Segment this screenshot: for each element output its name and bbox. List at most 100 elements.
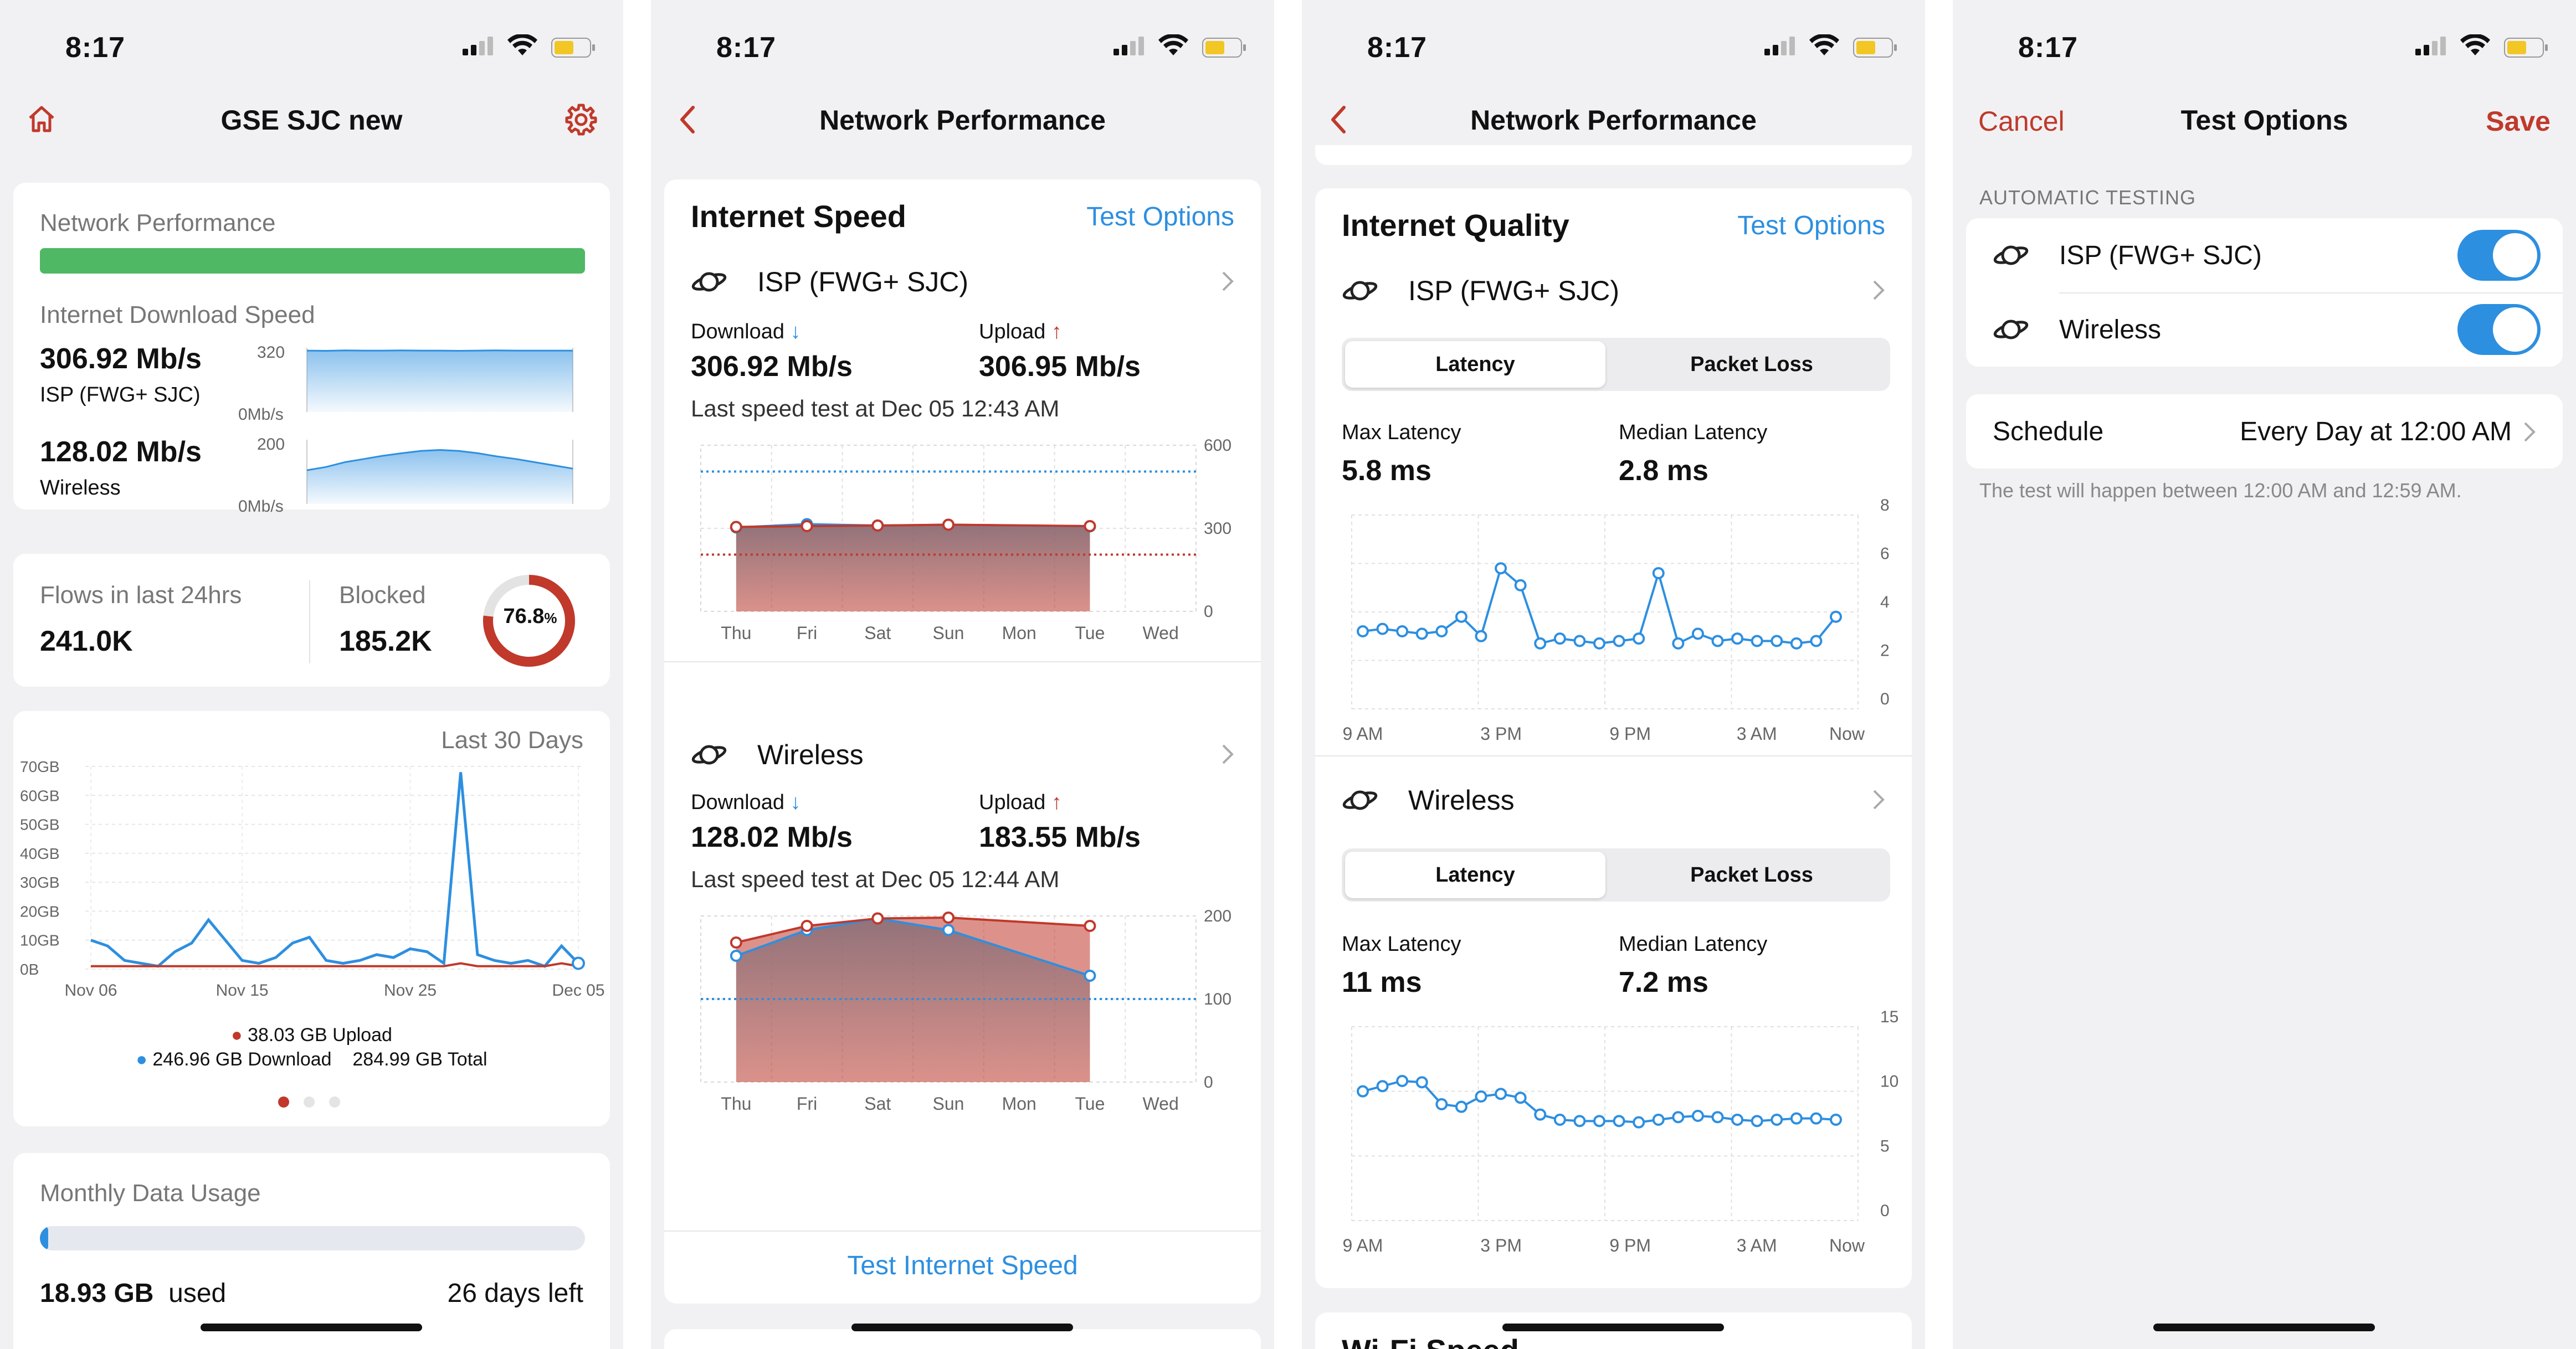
- isp-axis-top: 320: [257, 343, 285, 362]
- planet-icon: [1342, 790, 1378, 810]
- latency-point: [1633, 632, 1645, 645]
- toggle-row-isp[interactable]: ISP (FWG+ SJC): [1966, 218, 2563, 292]
- latency-point: [1455, 1100, 1467, 1113]
- speed-upload-point: [942, 518, 955, 531]
- status-time: 8:17: [716, 32, 777, 64]
- usage-x-tick: Nov 06: [64, 981, 117, 1000]
- speed-download-point: [730, 950, 742, 962]
- nav-bar: Network Performance: [651, 89, 1274, 150]
- perf-label: Network Performance: [40, 209, 276, 236]
- blocked-label: Blocked: [339, 581, 426, 609]
- save-button[interactable]: Save: [2486, 105, 2551, 137]
- tab-packet-loss[interactable]: Packet Loss: [1619, 341, 1885, 388]
- latency-point: [1553, 1114, 1566, 1126]
- page-indicator[interactable]: [278, 1096, 340, 1110]
- latency-point: [1731, 632, 1744, 645]
- latency-point: [1534, 1108, 1547, 1121]
- chevron-right-icon[interactable]: [1221, 270, 1234, 292]
- chevron-right-icon[interactable]: [2523, 421, 2536, 443]
- isp-download-value: 306.92 Mb/s: [691, 351, 853, 383]
- wireless-last-test: Last speed test at Dec 05 12:44 AM: [691, 866, 1060, 892]
- mini-area: [307, 450, 573, 504]
- toggle-knob: [2493, 307, 2537, 352]
- planet-icon: [691, 745, 727, 765]
- isp-upload-value: 306.95 Mb/s: [979, 351, 1141, 383]
- speed-x-tick: Mon: [1002, 623, 1036, 643]
- speed-upload-point: [1084, 920, 1096, 932]
- test-options-link[interactable]: Test Options: [1737, 210, 1885, 241]
- usage-card[interactable]: Last 30 Days 70GB 60GB 50GB 40GB 30GB 20GB 10G…: [13, 711, 610, 1126]
- battery-icon: [2504, 38, 2548, 58]
- home-indicator[interactable]: [201, 1324, 422, 1331]
- mini-area: [307, 350, 573, 412]
- blocked-percent-sign: %: [544, 610, 557, 626]
- speed-download-area: [736, 524, 1090, 611]
- latency-x-tick: 9 PM: [1609, 724, 1651, 744]
- isp-toggle[interactable]: [2457, 230, 2541, 281]
- latency-point: [1711, 635, 1724, 647]
- page-dot-active[interactable]: [278, 1096, 289, 1108]
- tab-latency[interactable]: Latency: [1345, 341, 1605, 388]
- isp-latency-chart: 8 6 4 2 0 9 AM 3 PM 9 PM 3 AM Now: [1343, 498, 1890, 744]
- speed-upload-point: [871, 912, 884, 925]
- status-bar: 8:17: [651, 0, 1274, 89]
- home-indicator[interactable]: [851, 1324, 1073, 1331]
- latency-point: [1633, 1116, 1645, 1129]
- download-label-text: Download: [691, 320, 784, 343]
- test-internet-speed-button[interactable]: Test Internet Speed: [664, 1250, 1261, 1281]
- latency-point: [1613, 635, 1625, 647]
- latency-y-tick: 15: [1880, 1010, 1898, 1026]
- toggle-row-wireless[interactable]: Wireless: [1966, 292, 2563, 367]
- tab-packet-loss[interactable]: Packet Loss: [1619, 852, 1885, 898]
- nav-bar: Network Performance: [1302, 89, 1925, 150]
- usage-series-download: [90, 772, 579, 968]
- usage-last-point: [572, 956, 585, 970]
- isp-speed-section[interactable]: ISP (FWG+ SJC) Download ↓ Upload ↑ 306.9…: [664, 262, 1261, 661]
- speed-download-point: [942, 924, 955, 936]
- latency-point: [1771, 635, 1783, 647]
- isp-name: ISP (FWG+ SJC): [40, 383, 201, 406]
- wireless-upload-label: Upload ↑: [979, 791, 1062, 815]
- flows-card[interactable]: Flows in last 24hrs 241.0K Blocked 185.2…: [13, 554, 610, 687]
- page-dot[interactable]: [304, 1096, 315, 1108]
- isp-upload-label: Upload ↑: [979, 320, 1062, 344]
- page-dot[interactable]: [329, 1096, 340, 1108]
- wireless-name[interactable]: Wireless: [1408, 784, 1515, 816]
- network-performance-card[interactable]: Network Performance Internet Download Sp…: [13, 183, 610, 516]
- nav-bar: Cancel Test Options Save: [1953, 89, 2576, 150]
- chevron-right-icon[interactable]: [1872, 789, 1885, 811]
- speed-x-tick: Tue: [1075, 1094, 1105, 1114]
- monthly-label: Monthly Data Usage: [40, 1180, 261, 1207]
- latency-y-tick: 4: [1880, 593, 1890, 611]
- latency-point: [1415, 627, 1428, 640]
- latency-point: [1514, 579, 1527, 591]
- wireless-toggle[interactable]: [2457, 304, 2541, 355]
- latency-x-tick: 9 PM: [1609, 1235, 1651, 1255]
- latency-point: [1810, 635, 1823, 647]
- latency-point: [1830, 610, 1842, 623]
- latency-point: [1830, 1114, 1842, 1126]
- chevron-right-icon[interactable]: [1872, 279, 1885, 301]
- speed-y-tick: 0: [1204, 1073, 1213, 1091]
- usage-y-tick: 40GB: [20, 845, 60, 862]
- isp-name[interactable]: ISP (FWG+ SJC): [1408, 275, 1619, 307]
- latency-point: [1376, 622, 1389, 635]
- arrow-up-icon: ↑: [1051, 320, 1062, 343]
- latency-point: [1435, 1098, 1448, 1110]
- schedule-row[interactable]: Schedule Every Day at 12:00 AM: [1966, 394, 2563, 468]
- chevron-right-icon[interactable]: [1221, 743, 1234, 765]
- gear-icon[interactable]: [565, 103, 598, 136]
- home-indicator[interactable]: [1502, 1324, 1724, 1331]
- tab-latency[interactable]: Latency: [1345, 852, 1605, 898]
- status-time: 8:17: [1367, 32, 1428, 64]
- battery-icon: [1853, 38, 1897, 58]
- monthly-used: 18.93 GB used: [40, 1278, 226, 1309]
- monthly-usage-card[interactable]: Monthly Data Usage 18.93 GB used 26 days…: [13, 1153, 610, 1349]
- latency-x-tick: 3 AM: [1737, 1235, 1777, 1255]
- test-options-link[interactable]: Test Options: [1086, 202, 1234, 232]
- wireless-speed-section[interactable]: Wireless Download ↓ Upload ↑ 128.02 Mb/s…: [664, 735, 1261, 1134]
- page-title: Network Performance: [1470, 105, 1757, 136]
- home-indicator[interactable]: [2153, 1324, 2375, 1331]
- isp-download-label: Download ↓: [691, 320, 801, 344]
- toggle-label-isp: ISP (FWG+ SJC): [2059, 241, 2262, 270]
